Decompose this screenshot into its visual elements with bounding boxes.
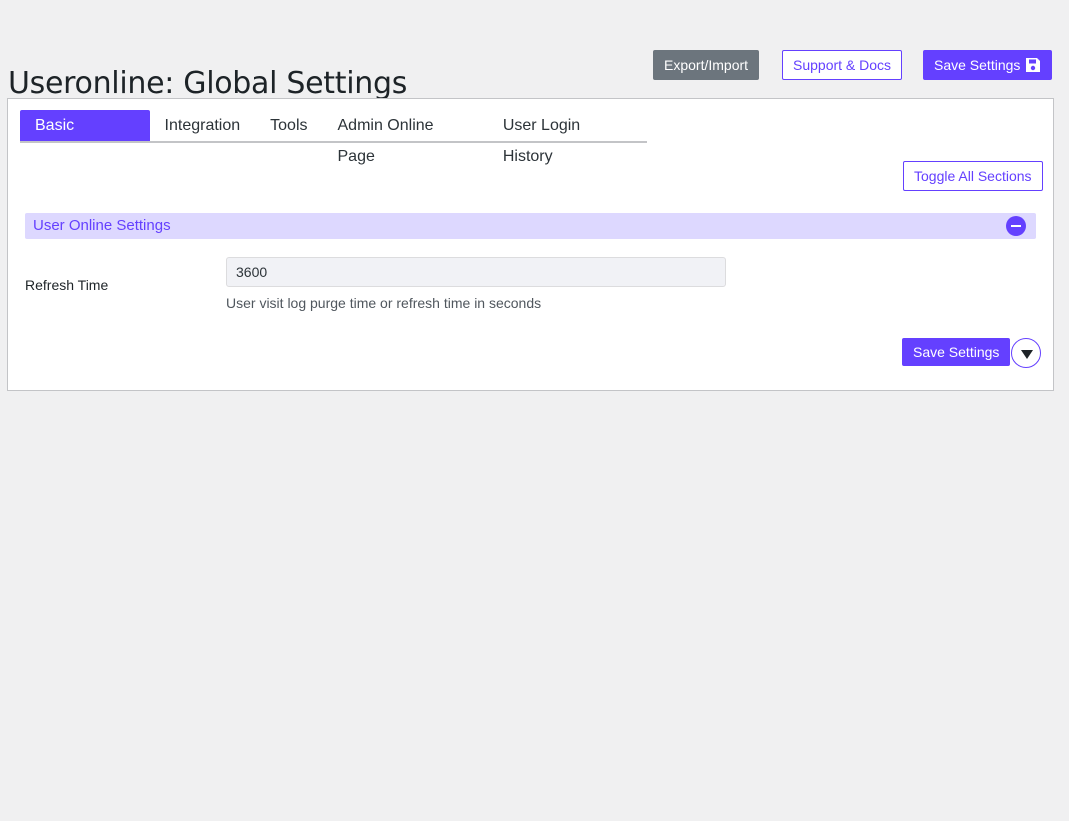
tab-basic-settings[interactable]: Basic Settings: [20, 110, 150, 165]
save-settings-bottom-button[interactable]: Save Settings: [902, 338, 1011, 366]
tab-integration[interactable]: Integration: [150, 110, 256, 141]
minus-circle-icon[interactable]: [1006, 216, 1026, 236]
refresh-time-label: Refresh Time: [25, 277, 109, 293]
tab-user-login-history[interactable]: User Login History: [488, 110, 647, 165]
section-header-user-online-settings[interactable]: User Online Settings: [25, 213, 1036, 239]
support-docs-button[interactable]: Support & Docs: [782, 50, 903, 80]
settings-tabs: Basic Settings Integration Tools Admin O…: [20, 110, 647, 165]
save-settings-top-button[interactable]: Save Settings: [923, 50, 1053, 80]
tab-tools[interactable]: Tools: [255, 110, 322, 141]
settings-panel: Basic Settings Integration Tools Admin O…: [7, 98, 1054, 391]
toggle-all-sections-button[interactable]: Toggle All Sections: [903, 161, 1043, 191]
export-import-button[interactable]: Export/Import: [653, 50, 760, 80]
save-settings-top-label: Save Settings: [934, 57, 1021, 73]
refresh-time-description: User visit log purge time or refresh tim…: [226, 295, 542, 311]
caret-down-icon[interactable]: [1011, 338, 1041, 368]
page-title: Useronline: Global Settings: [8, 66, 408, 102]
section-title: User Online Settings: [33, 217, 171, 234]
floppy-disk-icon: [1026, 58, 1041, 72]
refresh-time-input[interactable]: [226, 257, 726, 287]
tab-admin-online-page[interactable]: Admin Online Page: [323, 110, 488, 165]
